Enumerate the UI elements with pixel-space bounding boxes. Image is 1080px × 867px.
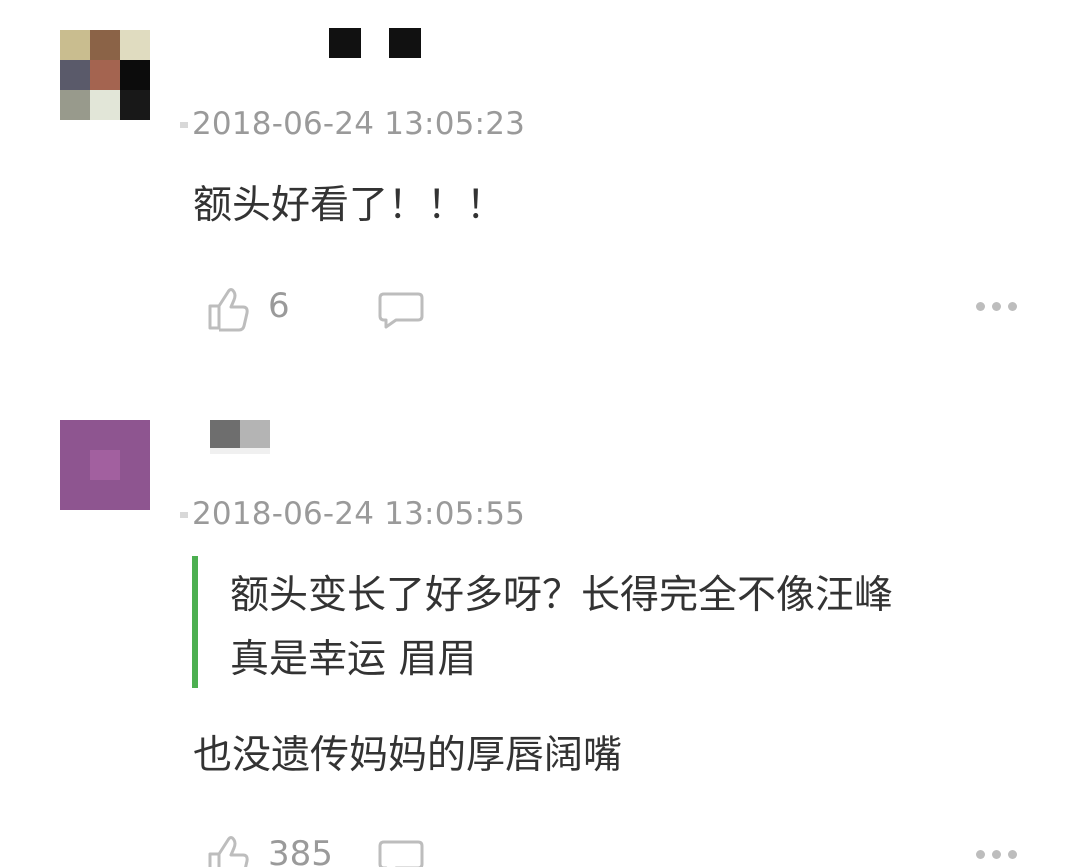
like-count: 385 bbox=[268, 834, 333, 867]
comment-item: 2018-06-24 13:05:23 额头好看了！！！ 6 bbox=[0, 0, 1080, 390]
avatar-pixel bbox=[120, 90, 150, 120]
quote-text-line: 额头变长了好多呀？长得完全不像汪峰 bbox=[230, 573, 894, 618]
avatar-pixel bbox=[60, 30, 90, 60]
avatar-pixel bbox=[120, 60, 150, 90]
comment-item: 2018-06-24 13:05:55 额头变长了好多呀？长得完全不像汪峰 真是… bbox=[0, 390, 1080, 867]
more-options-button[interactable] bbox=[974, 296, 1020, 316]
like-button[interactable]: 6 bbox=[206, 282, 316, 338]
divider-tick bbox=[180, 512, 188, 518]
avatar[interactable] bbox=[60, 420, 150, 510]
timestamp: 2018-06-24 13:05:23 bbox=[192, 106, 526, 142]
timestamp: 2018-06-24 13:05:55 bbox=[192, 496, 526, 532]
avatar-pixel bbox=[90, 30, 120, 60]
username-redacted[interactable] bbox=[195, 418, 355, 454]
more-dots-icon bbox=[992, 302, 1001, 311]
action-bar: 385 bbox=[0, 830, 1080, 867]
divider-tick bbox=[180, 122, 188, 128]
like-button[interactable]: 385 bbox=[206, 830, 333, 867]
action-bar: 6 bbox=[0, 282, 1080, 342]
thumbs-up-icon bbox=[208, 288, 249, 332]
quoted-reply: 额头变长了好多呀？长得完全不像汪峰 真是幸运 眉眉 bbox=[192, 556, 1052, 688]
redaction-block bbox=[210, 420, 240, 448]
speech-bubble-icon bbox=[378, 292, 424, 329]
comment-text: 额头好看了！！！ bbox=[193, 183, 506, 228]
speech-bubble-icon bbox=[378, 840, 424, 867]
redaction-block bbox=[240, 420, 270, 448]
more-options-button[interactable] bbox=[974, 844, 1020, 864]
more-dots-icon bbox=[976, 302, 985, 311]
username-redacted[interactable] bbox=[195, 28, 435, 62]
redaction-block bbox=[210, 448, 270, 454]
comment-list: 2018-06-24 13:05:23 额头好看了！！！ 6 2018-06-2… bbox=[0, 0, 1080, 867]
avatar-pixel bbox=[90, 60, 120, 90]
comment-text: 也没遗传妈妈的厚唇阔嘴 bbox=[193, 733, 623, 778]
redaction-block bbox=[329, 28, 361, 58]
like-count: 6 bbox=[268, 286, 290, 326]
avatar[interactable] bbox=[60, 30, 150, 120]
more-dots-icon bbox=[1008, 302, 1017, 311]
thumbs-up-icon bbox=[208, 836, 249, 867]
reply-button[interactable] bbox=[378, 838, 424, 867]
reply-button[interactable] bbox=[378, 290, 424, 334]
avatar-pixel bbox=[90, 90, 120, 120]
avatar-pixel bbox=[90, 450, 120, 480]
more-dots-icon bbox=[1008, 850, 1017, 859]
redaction-block bbox=[389, 28, 421, 58]
avatar-pixel bbox=[60, 90, 90, 120]
avatar-pixel bbox=[120, 30, 150, 60]
more-dots-icon bbox=[992, 850, 1001, 859]
avatar-pixel bbox=[60, 60, 90, 90]
quote-text-line: 真是幸运 眉眉 bbox=[230, 637, 477, 682]
more-dots-icon bbox=[976, 850, 985, 859]
